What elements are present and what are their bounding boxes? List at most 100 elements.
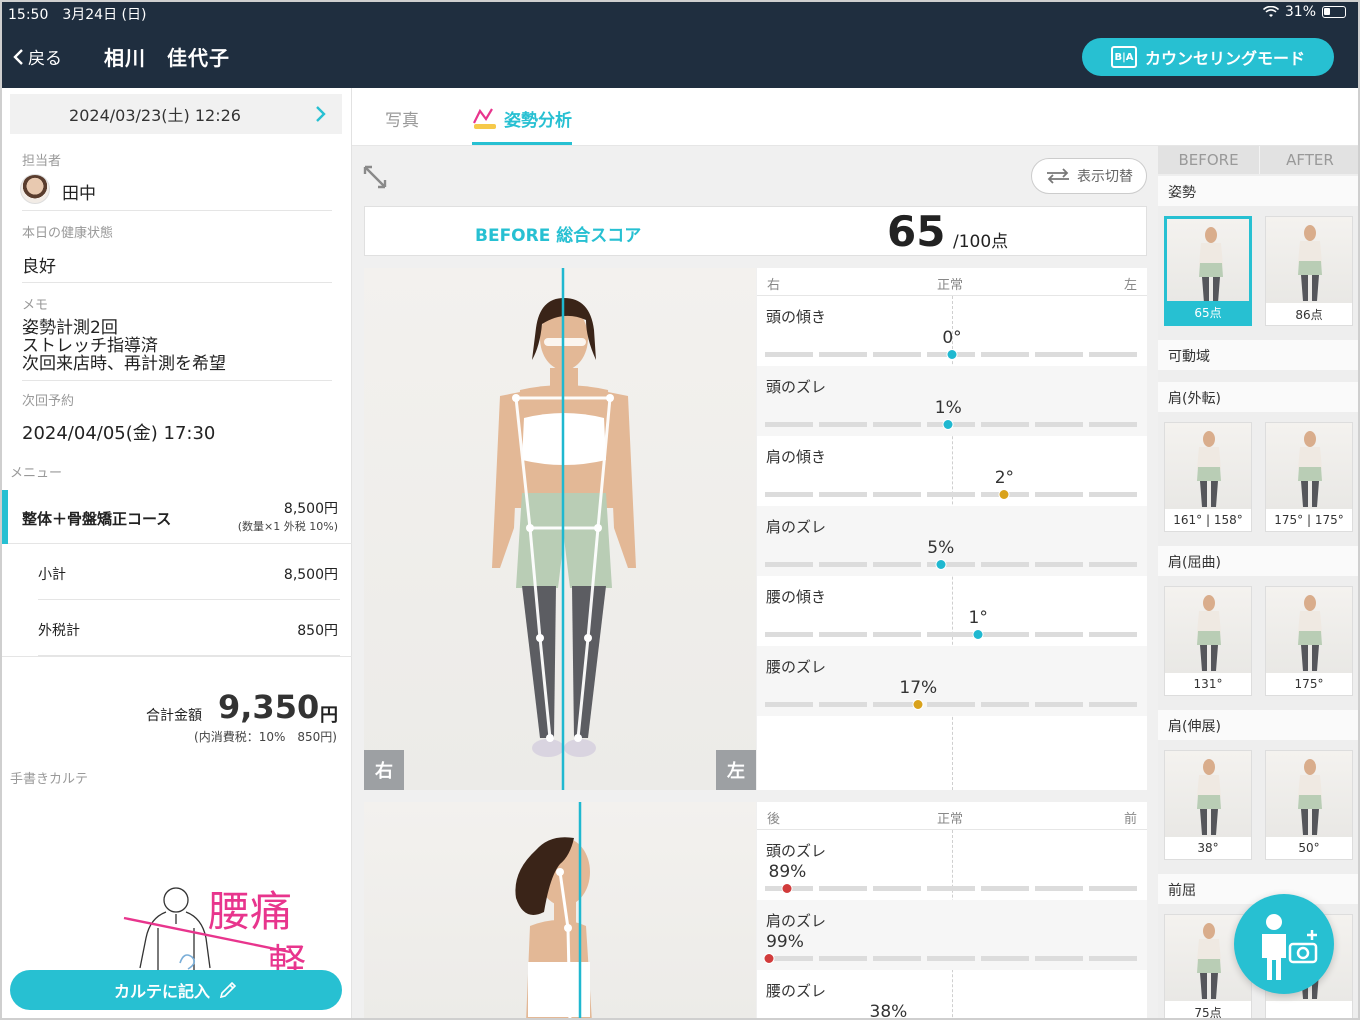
before-after-icon: B|A [1110,46,1137,68]
tab-posture-label: 姿勢分析 [504,111,572,131]
thumbnail-image [1165,423,1251,509]
metric-marker-dot [781,883,793,894]
posture-thumbnail[interactable]: 86点 [1265,216,1353,326]
metric-row: 腰の傾き 1° [757,576,1147,646]
axis-center-label: 正常 [937,278,964,293]
tab-after[interactable]: AFTER [1259,146,1360,174]
display-switch-button[interactable]: 表示切替 [1031,158,1147,194]
front-posture-photo: 右 左 [364,268,756,790]
divider [0,656,352,657]
visit-datetime[interactable]: 2024/03/23(土) 12:26 [10,94,300,134]
divider [22,282,332,283]
pencil-icon [219,981,237,999]
next-appointment-label: 次回予約 [22,394,75,409]
metric-value: 0° [942,328,962,348]
side-figure [515,802,592,1020]
thumbnail-image [1165,587,1251,673]
thumbnail-caption: 65点 [1167,301,1249,323]
metric-row: 頭のズレ 1% [757,366,1147,436]
posture-thumbnail[interactable]: 161° | 158° [1164,422,1252,532]
right-side-tag: 右 [364,750,404,790]
metric-name: 頭のズレ [766,378,827,396]
metric-marker-dot [763,953,775,964]
front-axis-header: 右 正常 左 [757,268,1147,296]
metric-name: 頭のズレ [766,842,827,860]
total-label: 合計金額 [146,708,202,724]
health-label: 本日の健康状態 [22,226,114,241]
section-title: 肩(外転) [1168,391,1221,407]
karte-entry-button[interactable]: カルテに記入 [10,970,342,1010]
metric-value: 89% [768,862,807,882]
side-posture-photo [364,802,756,1020]
memo-text: 姿勢計測2回 ストレッチ指導済 次回来店時、再計測を希望 [22,319,226,373]
menu-item-detail: (数量×1 外税 10%) [237,520,338,533]
metric-marker-dot [935,559,947,570]
thumbnail-image [1266,751,1352,837]
tab-before[interactable]: BEFORE [1158,146,1259,174]
back-button[interactable]: 戻る [12,44,62,69]
score-max: /100点 [953,232,1009,252]
posture-premium-icon [473,107,496,129]
before-after-tabs: BEFORE AFTER [1158,146,1360,174]
thumbnail-caption: 175° [1266,673,1352,695]
front-figure [492,268,636,790]
thumbnail-caption: 38° [1165,837,1251,859]
posture-thumbnail[interactable]: 65点 [1164,216,1252,326]
metric-name: 腰の傾き [766,588,827,606]
metric-marker-dot [972,629,984,640]
battery-percent: 31% [1284,4,1316,20]
staff-avatar [20,174,50,204]
section-title: 姿勢 [1168,185,1196,201]
status-indicators: 31% [1262,4,1346,20]
expand-icon[interactable] [362,164,388,196]
total-yen: 円 [320,705,338,726]
add-measurement-button[interactable] [1234,894,1334,994]
metric-name: 肩のズレ [766,912,827,930]
metric-marker-dot [942,419,954,430]
posture-thumbnail[interactable]: 175° [1265,586,1353,696]
counseling-mode-button[interactable]: B|A カウンセリングモード [1082,38,1334,76]
posture-thumbnail[interactable]: 175° | 175° [1265,422,1353,532]
posture-thumbnail[interactable]: 50° [1265,750,1353,860]
metric-row: 肩のズレ 99% [757,900,1147,970]
total-score-box: BEFORE 総合スコア 65 /100点 [364,206,1147,256]
tab-photo[interactable]: 写真 [385,106,419,131]
metric-scale-track [765,492,1139,497]
left-side-tag: 左 [716,750,756,790]
section-title: 可動域 [1168,349,1210,365]
score-value: 65 [887,207,946,256]
battery-icon [1322,6,1346,18]
axis-left-label: 後 [767,812,781,827]
metric-scale-track [765,702,1139,707]
karte-entry-label: カルテに記入 [113,982,210,1001]
posture-thumbnail[interactable]: 131° [1164,586,1252,696]
memo-label: メモ [22,298,49,313]
axis-right-label: 左 [1123,278,1137,293]
back-label: 戻る [28,49,62,69]
tax-row: 外税計 850円 [38,600,340,656]
person-camera-icon [1262,914,1318,980]
metric-value: 38% [869,1002,908,1020]
next-appointment-value: 2024/04/05(金) 17:30 [22,423,216,444]
menu-item-price: 8,500円 [283,501,338,517]
memo-line: ストレッチ指導済 [22,336,158,356]
posture-thumbnail[interactable]: 38° [1164,750,1252,860]
section-title: 肩(伸展) [1168,719,1221,735]
axis-right-label: 前 [1123,812,1137,827]
metric-marker-dot [946,349,958,360]
menu-item[interactable]: 整体＋骨盤矯正コース 8,500円 (数量×1 外税 10%) [0,490,352,544]
front-metrics-panel: 右 正常 左 頭の傾き 0° 頭のズレ 1% 肩の傾き 2° 肩のズレ 5% 腰の傾き 1° 腰のズ… [757,268,1147,790]
tax-value: 850円 [297,623,338,639]
section-title: 前屈 [1168,883,1196,899]
handwritten-karte-label: 手書きカルテ [10,772,89,787]
axis-center-label: 正常 [937,812,964,827]
metric-value: 2° [994,468,1015,488]
handwriting-note: 腰痛 [208,887,292,936]
next-visit-button[interactable] [300,94,342,134]
memo-line: 次回来店時、再計測を希望 [22,354,226,374]
memo-line: 姿勢計測2回 [22,318,118,338]
metric-row: 肩のズレ 5% [757,506,1147,576]
tab-posture-analysis[interactable]: 姿勢分析 [472,106,572,131]
metric-row: 腰のズレ 38% [757,970,1147,1020]
metric-name: 肩の傾き [766,448,827,466]
